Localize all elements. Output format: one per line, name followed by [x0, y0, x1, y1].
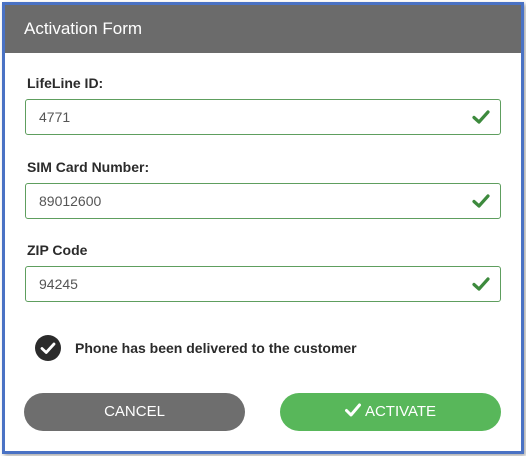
sim-card-number-label: SIM Card Number:	[27, 159, 150, 175]
activate-button[interactable]: ACTIVATE	[280, 393, 501, 431]
dialog-header: Activation Form	[5, 5, 521, 53]
dialog-title: Activation Form	[24, 19, 143, 38]
lifeline-id-label: LifeLine ID:	[27, 75, 104, 91]
delivered-confirmation-label: Phone has been delivered to the customer	[75, 340, 357, 356]
check-icon	[472, 194, 490, 208]
zip-code-input[interactable]: 94245	[25, 266, 501, 302]
sim-card-number-value: 89012600	[39, 193, 102, 209]
activation-form-dialog: Activation Form LifeLine ID: 4771 SIM Ca…	[2, 2, 524, 454]
check-icon	[344, 403, 361, 417]
check-icon	[472, 277, 490, 291]
lifeline-id-value: 4771	[39, 109, 71, 125]
zip-code-value: 94245	[39, 276, 78, 292]
check-circle-icon[interactable]	[35, 335, 61, 361]
cancel-button-label: CANCEL	[104, 403, 165, 420]
check-icon	[472, 110, 490, 124]
sim-card-number-input[interactable]: 89012600	[25, 183, 501, 219]
zip-code-label: ZIP Code	[27, 242, 88, 258]
activate-button-label: ACTIVATE	[364, 403, 437, 420]
cancel-button[interactable]: CANCEL	[24, 393, 245, 431]
lifeline-id-input[interactable]: 4771	[25, 99, 501, 135]
